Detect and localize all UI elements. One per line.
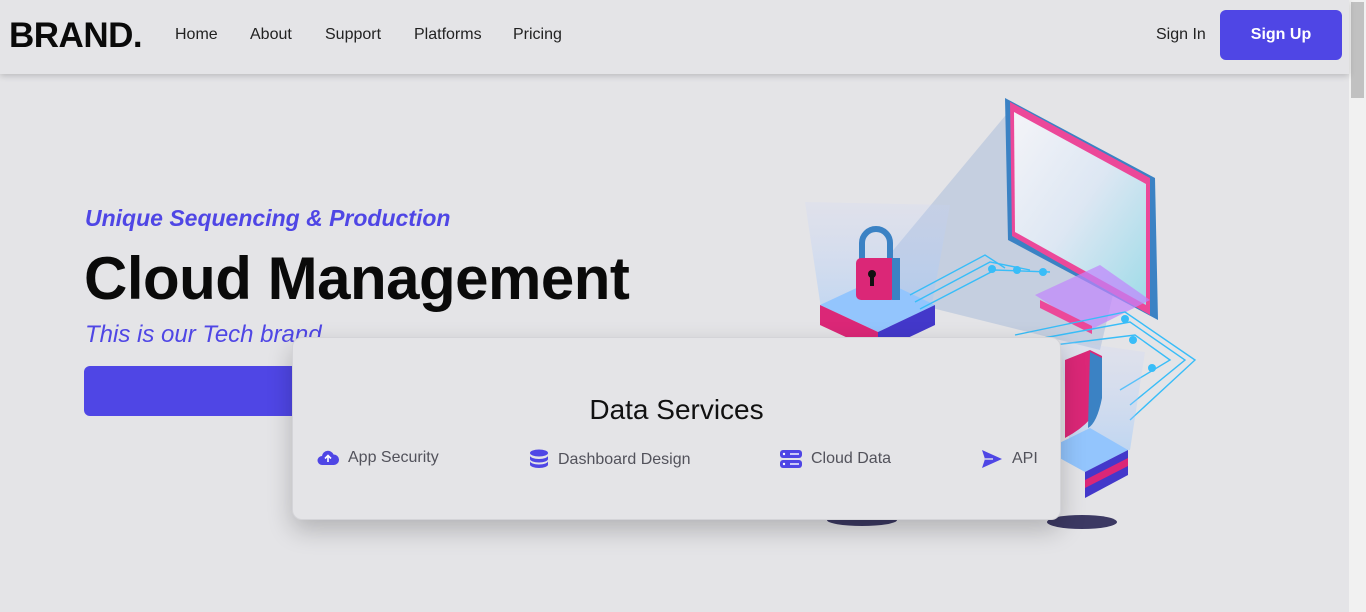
nav-link-about[interactable]: About xyxy=(250,26,292,44)
service-label: API xyxy=(1012,450,1038,467)
service-label: Cloud Data xyxy=(811,450,892,467)
service-app-security[interactable]: App Security xyxy=(317,449,439,467)
hero-subtitle: This is our Tech brand xyxy=(85,321,322,348)
card-title: Data Services xyxy=(589,394,764,425)
brand-logo[interactable]: BRAND. xyxy=(9,16,143,56)
service-label: App Security xyxy=(348,449,439,466)
database-icon xyxy=(530,449,548,468)
service-dashboard-design[interactable]: Dashboard Design xyxy=(529,449,691,471)
server-icon xyxy=(780,450,802,468)
nav-link-platforms[interactable]: Platforms xyxy=(414,26,482,44)
paper-plane-icon xyxy=(982,450,1002,468)
nav-link-pricing[interactable]: Pricing xyxy=(513,26,562,44)
sign-in-link[interactable]: Sign In xyxy=(1156,26,1206,44)
top-navbar: BRAND. Home About Support Platforms Pric… xyxy=(0,0,1349,74)
data-services-card: Data Services App Security Dashboard Des… xyxy=(292,337,1061,520)
service-api[interactable]: API xyxy=(981,449,1038,469)
hero-tagline: Unique Sequencing & Production xyxy=(85,205,451,231)
nav-link-home[interactable]: Home xyxy=(175,26,218,44)
scrollbar-thumb[interactable] xyxy=(1351,2,1364,98)
service-cloud-data[interactable]: Cloud Data xyxy=(780,449,891,469)
hero-cta-button[interactable] xyxy=(84,366,314,416)
hero-headline: Cloud Management xyxy=(84,245,630,312)
service-label: Dashboard Design xyxy=(558,451,691,468)
nav-link-support[interactable]: Support xyxy=(325,26,381,44)
cloud-upload-icon xyxy=(317,450,339,465)
sign-up-button[interactable]: Sign Up xyxy=(1220,10,1342,60)
